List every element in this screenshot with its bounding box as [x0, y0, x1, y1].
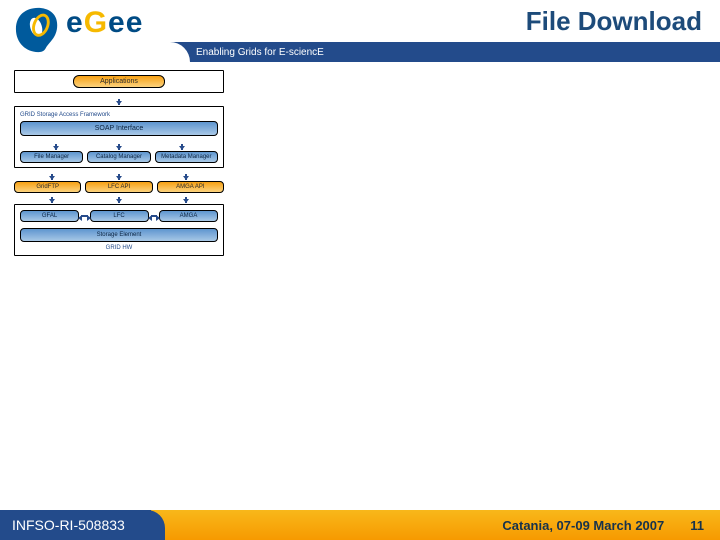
logo-letter: e: [108, 6, 126, 39]
services-row: GFAL LFC AMGA: [20, 210, 218, 222]
footer-page-number: 11: [690, 518, 704, 533]
arrows-apps-to-framework: [18, 97, 220, 105]
egee-logo: eGee: [8, 0, 168, 60]
footer-right: Catania, 07-09 March 2007 11: [502, 518, 720, 533]
applications-box: Applications: [73, 75, 165, 88]
framework-label: GRID Storage Access Framework: [20, 112, 218, 118]
footer-venue: Catania, 07-09 March 2007: [502, 518, 664, 533]
bidir-arrow-icon: [81, 215, 88, 217]
arrows-framework-to-apis: [18, 172, 220, 180]
catalog-manager-box: Catalog Manager: [87, 151, 150, 163]
bidir-arrow-icon: [151, 215, 158, 217]
tagline-bar: Enabling Grids for E-sciencE: [170, 42, 720, 62]
egee-logo-mark: [14, 6, 62, 54]
logo-letter: e: [66, 6, 84, 39]
slide-header: eGee File Download Enabling Grids for E-…: [0, 0, 720, 62]
lfc-api-box: LFC API: [85, 181, 152, 193]
layer-framework: GRID Storage Access Framework SOAP Inter…: [14, 106, 224, 168]
project-id-text: INFSO-RI-508833: [12, 517, 125, 533]
egee-logo-text: eGee: [66, 6, 143, 40]
gridftp-api-box: GridFTP: [14, 181, 81, 193]
storage-element-box: Storage Element: [20, 228, 218, 242]
metadata-manager-box: Metadata Manager: [155, 151, 218, 163]
tagline-text: Enabling Grids for E-sciencE: [196, 47, 324, 58]
apis-row: GridFTP LFC API AMGA API: [14, 181, 224, 193]
gfal-box: GFAL: [20, 210, 79, 222]
arrows-soap-to-managers: [24, 142, 214, 150]
file-manager-box: File Manager: [20, 151, 83, 163]
architecture-diagram: Applications GRID Storage Access Framewo…: [14, 70, 224, 260]
grid-hw-label: GRID HW: [20, 245, 218, 251]
lfc-box: LFC: [90, 210, 149, 222]
arrows-apis-to-services: [18, 195, 220, 203]
logo-letter: G: [84, 6, 108, 39]
slide-footer: INFSO-RI-508833 Catania, 07-09 March 200…: [0, 510, 720, 540]
logo-letter: e: [126, 6, 144, 39]
managers-row: File Manager Catalog Manager Metadata Ma…: [20, 151, 218, 163]
slide-body: Applications GRID Storage Access Framewo…: [0, 62, 720, 510]
amga-api-box: AMGA API: [157, 181, 224, 193]
layer-grid-hw: GFAL LFC AMGA Storage Element GRID HW: [14, 204, 224, 256]
soap-interface-box: SOAP Interface: [20, 121, 218, 136]
amga-box: AMGA: [159, 210, 218, 222]
footer-project-id: INFSO-RI-508833: [0, 510, 151, 540]
slide-title: File Download: [170, 0, 720, 42]
layer-applications: Applications: [14, 70, 224, 93]
